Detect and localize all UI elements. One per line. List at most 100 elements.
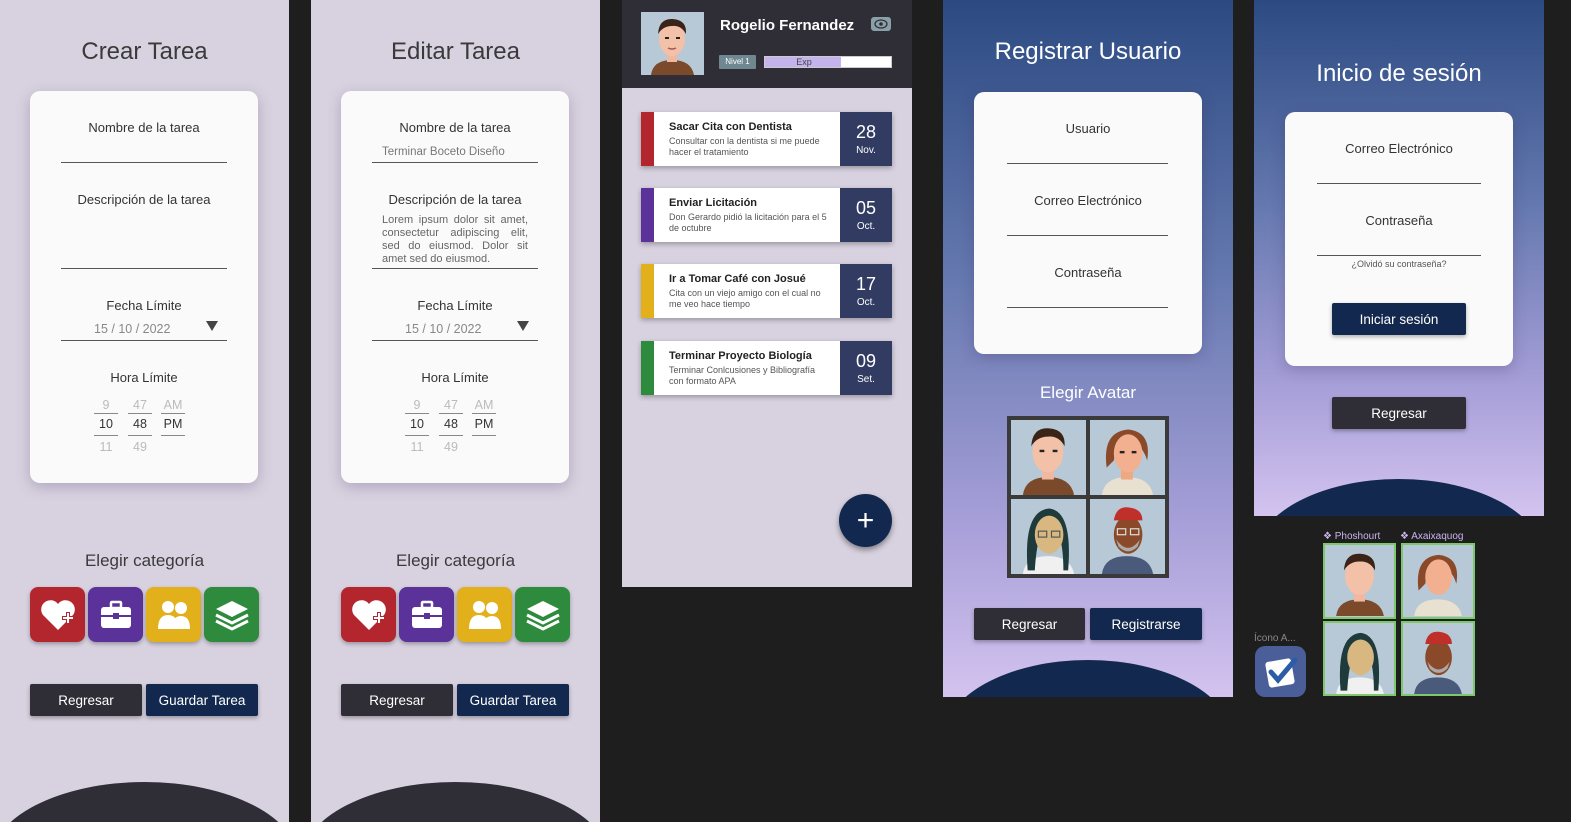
hour-selected[interactable]: 10 <box>94 417 118 431</box>
task-name-value[interactable]: Terminar Boceto Diseño <box>382 146 505 158</box>
component-label-2: ❖ Axaixaquog <box>1400 531 1464 542</box>
minute-prev[interactable]: 47 <box>439 398 463 412</box>
app-icon[interactable] <box>1255 646 1306 697</box>
ampm-selected[interactable]: PM <box>472 417 496 431</box>
time-divider <box>405 413 429 414</box>
avatar-man-icon <box>641 12 704 75</box>
task-date: 09 Set. <box>840 341 892 395</box>
back-button[interactable]: Regresar <box>341 684 453 716</box>
hour-next[interactable]: 11 <box>94 440 118 454</box>
category-health[interactable] <box>341 587 396 642</box>
back-button[interactable]: Regresar <box>1332 397 1466 429</box>
password-input[interactable] <box>1007 307 1168 308</box>
eye-icon[interactable] <box>871 17 891 31</box>
chevron-down-icon[interactable] <box>206 321 218 331</box>
task-day: 17 <box>855 274 877 294</box>
login-button[interactable]: Iniciar sesión <box>1332 303 1466 335</box>
ampm-prev[interactable]: AM <box>161 398 185 412</box>
task-description: Cita con un viejo amigo con el cual no m… <box>669 288 821 309</box>
hour-next[interactable]: 11 <box>405 440 429 454</box>
heart-plus-icon <box>40 599 75 630</box>
user-name: Rogelio Fernandez <box>720 17 855 34</box>
bottom-wave <box>0 782 289 822</box>
task-card[interactable]: Terminar Proyecto Biología Terminar Conlc… <box>641 341 892 395</box>
avatar-option-3[interactable] <box>1011 499 1086 574</box>
password-label: Contraseña <box>1054 265 1122 280</box>
avatar-man-beard-icon <box>1414 631 1462 694</box>
minute-next[interactable]: 49 <box>128 440 152 454</box>
minute-prev[interactable]: 47 <box>128 398 152 412</box>
avatar-woman-icon <box>1414 554 1462 616</box>
register-button[interactable]: Registrarse <box>1090 608 1202 640</box>
time-divider <box>405 435 429 436</box>
time-divider <box>161 435 185 436</box>
page-title: Crear Tarea <box>81 38 208 65</box>
minute-next[interactable]: 49 <box>439 440 463 454</box>
hour-selected[interactable]: 10 <box>405 417 429 431</box>
category-study[interactable] <box>515 587 570 642</box>
task-card[interactable]: Sacar Cita con Dentista Consultar con la … <box>641 112 892 166</box>
component-label-1: ❖ Phoshourt <box>1323 531 1381 542</box>
avatar-option-4[interactable] <box>1090 499 1165 574</box>
avatar-component-1[interactable] <box>1323 543 1396 619</box>
category-color-bar <box>641 188 654 242</box>
time-divider <box>161 413 185 414</box>
avatar-woman-icon <box>1101 429 1154 495</box>
avatar[interactable] <box>641 12 704 75</box>
password-input[interactable] <box>1317 255 1481 256</box>
task-day: 28 <box>855 122 877 142</box>
task-name-underline <box>372 162 538 163</box>
avatar-component-2[interactable] <box>1401 543 1475 619</box>
due-date-value[interactable]: 15 / 10 / 2022 <box>405 322 481 336</box>
ampm-prev[interactable]: AM <box>472 398 496 412</box>
category-color-bar <box>641 341 654 395</box>
add-task-button[interactable]: + <box>839 494 892 547</box>
task-day: 05 <box>855 198 877 218</box>
category-study[interactable] <box>204 587 259 642</box>
category-social[interactable] <box>146 587 201 642</box>
avatar-option-1[interactable] <box>1011 420 1086 495</box>
category-work[interactable] <box>88 587 143 642</box>
due-date-underline <box>61 340 227 341</box>
avatar-component-4[interactable] <box>1401 621 1475 696</box>
task-day: 09 <box>855 351 877 371</box>
task-title: Terminar Proyecto Biología <box>669 350 812 362</box>
category-work[interactable] <box>399 587 454 642</box>
back-button[interactable]: Regresar <box>30 684 142 716</box>
avatar-option-2[interactable] <box>1090 420 1165 495</box>
email-input[interactable] <box>1007 235 1168 236</box>
task-desc-input[interactable] <box>61 268 227 269</box>
hour-prev[interactable]: 9 <box>94 398 118 412</box>
app-icon-label: Ícono A... <box>1254 633 1296 644</box>
email-input[interactable] <box>1317 183 1481 184</box>
username-label: Usuario <box>1065 121 1111 136</box>
task-card[interactable]: Ir a Tomar Café con Josué Cita con un vie… <box>641 264 892 318</box>
save-task-button[interactable]: Guardar Tarea <box>457 684 569 716</box>
page-title: Editar Tarea <box>391 38 520 65</box>
task-date: 17 Oct. <box>840 264 892 318</box>
time-divider <box>439 413 463 414</box>
save-task-button[interactable]: Guardar Tarea <box>146 684 258 716</box>
back-button[interactable]: Regresar <box>974 608 1085 640</box>
due-date-value[interactable]: 15 / 10 / 2022 <box>94 322 170 336</box>
chevron-down-icon[interactable] <box>517 321 529 331</box>
task-name-input[interactable] <box>61 162 227 163</box>
category-health[interactable] <box>30 587 85 642</box>
task-date: 28 Nov. <box>840 112 892 166</box>
minute-selected[interactable]: 48 <box>439 417 463 431</box>
hour-prev[interactable]: 9 <box>405 398 429 412</box>
category-title: Elegir categoría <box>395 551 516 570</box>
avatar-component-3[interactable] <box>1323 621 1396 696</box>
task-title: Enviar Licitación <box>669 197 758 209</box>
time-divider <box>94 435 118 436</box>
category-social[interactable] <box>457 587 512 642</box>
task-title: Ir a Tomar Café con Josué <box>669 273 806 285</box>
task-card[interactable]: Enviar Licitación Don Gerardo pidió la li… <box>641 188 892 242</box>
minute-selected[interactable]: 48 <box>128 417 152 431</box>
username-input[interactable] <box>1007 163 1168 164</box>
checkmark-icon <box>1264 657 1297 688</box>
forgot-password-link[interactable]: ¿Olvidó su contraseña? <box>1285 259 1513 269</box>
ampm-selected[interactable]: PM <box>161 417 185 431</box>
email-label: Correo Electrónico <box>1034 193 1142 208</box>
task-desc-value[interactable]: Lorem ipsum dolor sit amet, consectetur … <box>382 214 528 266</box>
